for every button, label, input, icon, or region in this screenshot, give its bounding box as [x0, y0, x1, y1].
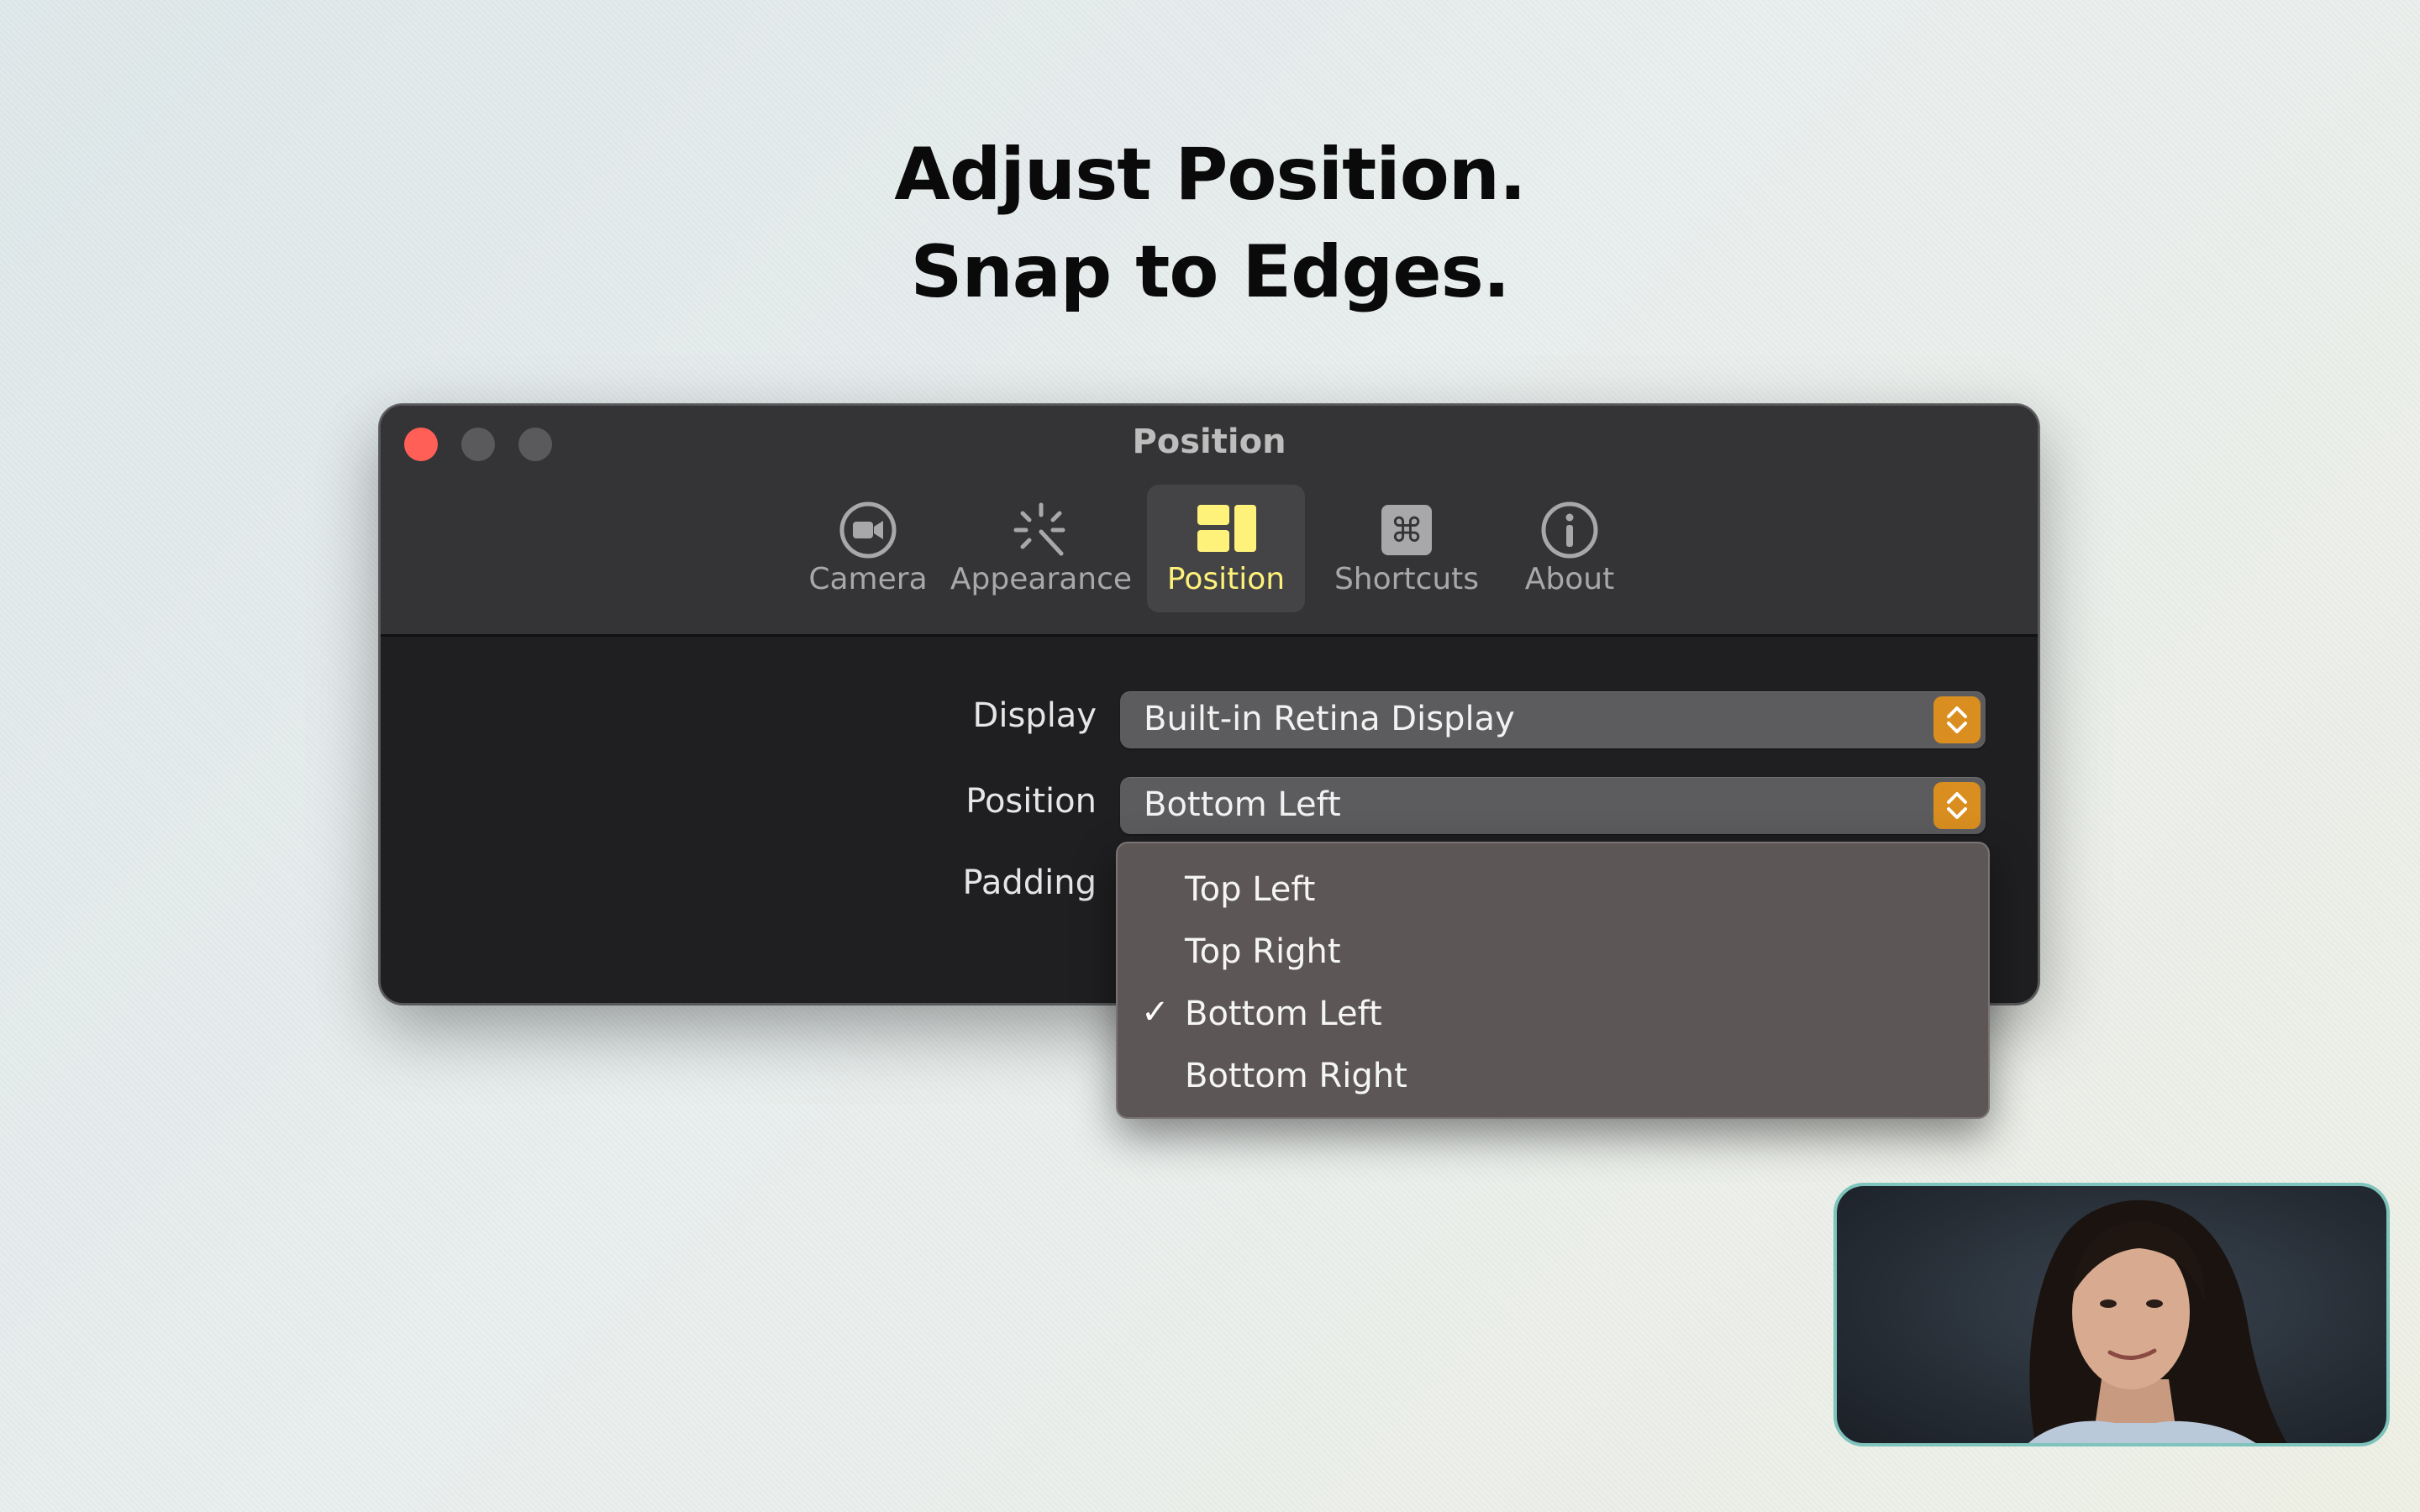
position-popup-value: Bottom Left — [1144, 785, 1341, 824]
headline-line-2: Snap to Edges. — [910, 230, 1511, 314]
display-popup[interactable]: Built-in Retina Display — [1120, 691, 1986, 748]
display-label: Display — [972, 696, 1097, 735]
tab-about-label: About — [1524, 562, 1615, 596]
camera-icon — [839, 501, 897, 559]
camera-preview-overlay[interactable] — [1833, 1183, 2390, 1446]
menu-item-bottom-right[interactable]: Bottom Right — [1118, 1047, 1988, 1105]
window-title: Position — [1132, 423, 1286, 461]
info-icon — [1541, 501, 1598, 559]
tab-camera-label: Camera — [808, 562, 928, 596]
padding-label: Padding — [962, 864, 1097, 902]
command-key-icon: ⌘ — [1381, 505, 1432, 555]
menu-item-bottom-left[interactable]: ✓ Bottom Left — [1118, 984, 1988, 1043]
chevron-up-down-icon — [1933, 782, 1981, 829]
tab-appearance[interactable]: Appearance — [949, 485, 1134, 612]
menu-item-label: Bottom Right — [1185, 1057, 1407, 1095]
menu-item-top-right[interactable]: Top Right — [1118, 922, 1988, 981]
position-popup[interactable]: Bottom Left — [1120, 777, 1986, 834]
position-dropdown-menu: Top Left Top Right ✓ Bottom Left Bottom … — [1116, 842, 1990, 1119]
svg-text:⌘: ⌘ — [1390, 512, 1423, 550]
person-portrait-image — [2028, 1200, 2287, 1443]
tab-shortcuts-label: Shortcuts — [1334, 562, 1480, 596]
tab-appearance-label: Appearance — [950, 562, 1133, 596]
display-popup-value: Built-in Retina Display — [1144, 700, 1515, 738]
position-layout-icon — [1197, 505, 1256, 552]
headline-line-1: Adjust Position. — [894, 133, 1526, 217]
tab-camera[interactable]: Camera — [784, 485, 952, 612]
tab-position[interactable]: Position — [1147, 485, 1305, 612]
magic-wand-icon — [1013, 502, 1065, 556]
menu-item-top-left[interactable]: Top Left — [1118, 860, 1988, 919]
position-label: Position — [965, 782, 1097, 821]
tab-about[interactable]: About — [1500, 485, 1639, 612]
menu-item-label: Bottom Left — [1185, 995, 1382, 1033]
chevron-up-down-icon — [1933, 696, 1981, 743]
headline: Adjust Position. Snap to Edges. — [0, 126, 2420, 321]
menu-item-label: Top Left — [1185, 870, 1316, 909]
tab-position-label: Position — [1166, 562, 1286, 596]
menu-item-label: Top Right — [1185, 932, 1341, 971]
title-bar: Position Camera Appearance Position ⌘ Sh… — [381, 406, 2038, 637]
checkmark-icon: ✓ — [1141, 993, 1170, 1032]
preferences-toolbar: Camera Appearance Position ⌘ Shortcuts A… — [381, 485, 2038, 619]
tab-shortcuts[interactable]: ⌘ Shortcuts — [1317, 485, 1497, 612]
